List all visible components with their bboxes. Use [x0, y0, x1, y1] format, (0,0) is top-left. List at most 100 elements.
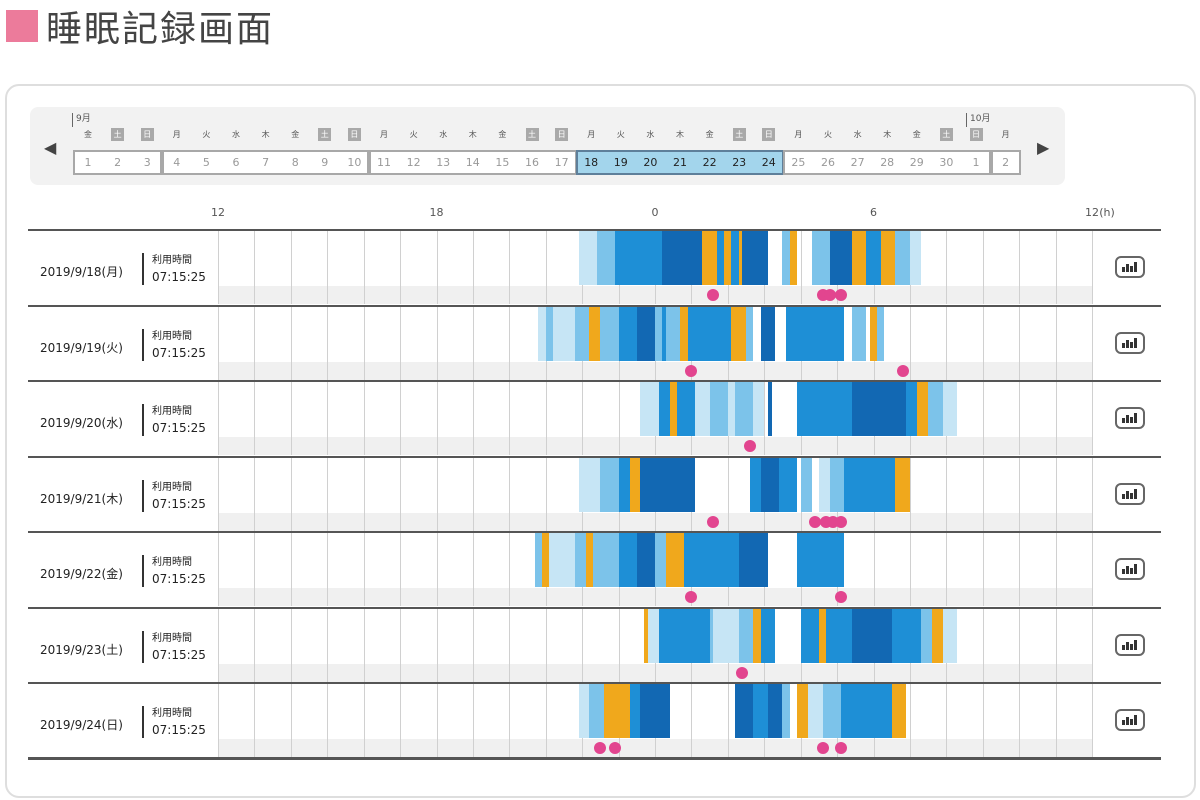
graph-icon[interactable] — [1115, 331, 1145, 354]
hour-gridline — [218, 306, 219, 380]
calendar-day[interactable]: 10 — [339, 154, 369, 172]
graph-icon[interactable] — [1115, 482, 1145, 505]
weekday-label: 日 — [762, 128, 776, 141]
sleep-segment-light — [920, 608, 932, 663]
usage-time-value: 07:15:25 — [152, 270, 206, 284]
event-marker[interactable] — [685, 364, 698, 377]
calendar-day[interactable]: 28 — [872, 154, 902, 172]
weekday-label: 火 — [824, 130, 832, 139]
calendar-day[interactable]: 14 — [458, 154, 488, 172]
event-marker[interactable] — [834, 515, 847, 528]
event-marker[interactable] — [834, 591, 847, 603]
graph-icon[interactable] — [1115, 558, 1145, 580]
calendar-day[interactable]: 27 — [843, 154, 873, 172]
hour-gridline — [218, 382, 219, 455]
calendar-day[interactable]: 30 — [931, 154, 961, 172]
hour-gridline — [472, 608, 474, 682]
usage-time-value: 07:15:25 — [152, 572, 206, 586]
sleep-segment-deep — [636, 533, 655, 587]
triangle-left-icon[interactable]: ◀ — [44, 138, 56, 157]
calendar-day[interactable]: 5 — [191, 154, 221, 172]
graph-icon[interactable] — [1115, 256, 1145, 278]
sleep-segment-event — [797, 684, 808, 738]
calendar-day[interactable]: 7 — [251, 154, 281, 172]
sleep-segment-event — [669, 382, 677, 436]
event-marker[interactable] — [707, 515, 720, 528]
hour-gridline — [618, 382, 620, 455]
calendar-day[interactable]: 2 — [991, 154, 1021, 172]
hour-gridline — [618, 608, 620, 682]
calendar-day[interactable]: 11 — [369, 154, 399, 172]
hour-gridline — [363, 231, 365, 304]
axis-unit-label: (h) — [1099, 206, 1115, 219]
graph-icon[interactable] — [1115, 407, 1145, 429]
sleep-timeline — [218, 608, 1092, 682]
calendar-day[interactable]: 15 — [487, 154, 517, 172]
calendar-day[interactable]: 29 — [902, 154, 932, 172]
sleep-segment-light — [738, 608, 754, 663]
calendar-day[interactable]: 22 — [695, 154, 725, 172]
calendar-day[interactable]: 17 — [547, 154, 577, 172]
sleep-segment-light — [782, 231, 790, 285]
hour-gridline — [436, 684, 438, 757]
hour-gridline — [218, 608, 219, 682]
weekday-label: 日 — [140, 128, 154, 141]
sleep-segment-pale — [647, 608, 659, 663]
record-date: 2019/9/22(金) — [40, 567, 123, 581]
hour-gridline — [946, 457, 948, 531]
event-marker[interactable] — [823, 289, 836, 301]
sleep-segment-mid — [797, 533, 845, 587]
sleep-segment-pale — [818, 457, 830, 512]
triangle-right-icon[interactable]: ▶ — [1037, 138, 1049, 157]
calendar-day[interactable]: 1 — [961, 154, 991, 172]
hour-gridline — [509, 608, 511, 682]
usage-time-block: 利用時間 07:15:25 — [142, 253, 206, 285]
calendar-day[interactable]: 16 — [517, 154, 547, 172]
calendar-day[interactable]: 9 — [310, 154, 340, 172]
sleep-segment-mid — [618, 457, 630, 512]
calendar-day[interactable]: 4 — [162, 154, 192, 172]
graph-icon[interactable] — [1115, 709, 1145, 731]
page-header: 睡眠記録画面 — [6, 4, 274, 50]
hour-gridline — [982, 306, 984, 380]
calendar-day[interactable]: 1 — [73, 154, 103, 172]
event-marker[interactable] — [736, 666, 749, 679]
calendar-day[interactable]: 12 — [399, 154, 429, 172]
event-marker[interactable] — [834, 289, 847, 301]
sleep-segment-mid — [891, 608, 921, 663]
hour-gridline — [545, 608, 547, 682]
calendar-day[interactable]: 18 — [576, 154, 606, 172]
graph-icon[interactable] — [1115, 633, 1145, 656]
hour-gridline — [545, 382, 547, 455]
hour-gridline — [1055, 533, 1057, 606]
hour-gridline — [327, 608, 329, 682]
hour-gridline — [400, 533, 402, 606]
calendar-day[interactable]: 24 — [754, 154, 784, 172]
page-title: 睡眠記録画面 — [46, 9, 275, 50]
event-marker[interactable] — [896, 364, 909, 377]
usage-time-value: 07:15:25 — [152, 345, 206, 360]
calendar-day[interactable]: 21 — [665, 154, 695, 172]
hour-gridline — [982, 231, 984, 304]
sleep-timeline — [218, 684, 1092, 757]
event-marker[interactable] — [816, 742, 829, 754]
hour-gridline — [909, 533, 911, 606]
calendar-day[interactable]: 3 — [132, 154, 162, 172]
event-marker[interactable] — [608, 742, 621, 754]
calendar-day[interactable]: 2 — [103, 154, 133, 172]
calendar-day[interactable]: 13 — [428, 154, 458, 172]
hour-gridline — [982, 533, 984, 606]
calendar-day[interactable]: 25 — [783, 154, 813, 172]
calendar-day[interactable]: 19 — [606, 154, 636, 172]
sleep-segment-deep — [767, 382, 772, 436]
calendar-day[interactable]: 23 — [724, 154, 754, 172]
calendar-day[interactable]: 26 — [813, 154, 843, 172]
event-marker[interactable] — [834, 742, 847, 754]
event-marker[interactable] — [743, 440, 756, 452]
weekday-label: 日 — [969, 128, 983, 141]
calendar-day[interactable]: 8 — [280, 154, 310, 172]
weekday-label: 火 — [409, 130, 418, 139]
usage-time-label: 利用時間 — [152, 406, 192, 417]
calendar-day[interactable]: 6 — [221, 154, 251, 172]
calendar-day[interactable]: 20 — [635, 154, 665, 172]
